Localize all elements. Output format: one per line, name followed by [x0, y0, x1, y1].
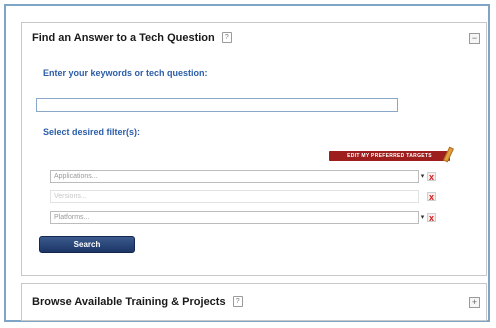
- browse-training-title: Browse Available Training & Projects ?: [32, 296, 243, 308]
- applications-select[interactable]: Applications...: [50, 170, 419, 183]
- remove-versions-filter-button[interactable]: x: [427, 192, 436, 202]
- find-answer-title-text: Find an Answer to a Tech Question: [32, 32, 215, 44]
- browse-training-title-text: Browse Available Training & Projects: [32, 296, 226, 308]
- find-answer-panel: Find an Answer to a Tech Question ? − En…: [21, 22, 487, 276]
- search-button[interactable]: Search: [39, 236, 135, 253]
- pencil-icon: [443, 146, 454, 163]
- collapse-toggle-button[interactable]: −: [469, 33, 480, 44]
- platforms-select[interactable]: Platforms...: [50, 211, 419, 224]
- help-icon[interactable]: ?: [232, 296, 243, 307]
- expand-toggle-button[interactable]: +: [469, 297, 480, 308]
- filter-label: Select desired filter(s):: [43, 127, 141, 137]
- chevron-down-icon[interactable]: ▾: [418, 212, 427, 223]
- widget-frame: Find an Answer to a Tech Question ? − En…: [4, 4, 490, 322]
- keyword-input[interactable]: [36, 98, 398, 112]
- chevron-down-icon[interactable]: ▾: [418, 171, 427, 182]
- browse-training-panel: Browse Available Training & Projects ? +: [21, 283, 487, 321]
- versions-select[interactable]: Versions...: [50, 190, 419, 203]
- remove-platforms-filter-button[interactable]: x: [427, 213, 436, 223]
- help-icon[interactable]: ?: [221, 32, 232, 43]
- edit-preferred-targets-button[interactable]: EDIT MY PREFERRED TARGETS: [329, 151, 450, 161]
- find-answer-title: Find an Answer to a Tech Question ?: [32, 32, 232, 44]
- keyword-label: Enter your keywords or tech question:: [43, 68, 208, 78]
- remove-applications-filter-button[interactable]: x: [427, 172, 436, 182]
